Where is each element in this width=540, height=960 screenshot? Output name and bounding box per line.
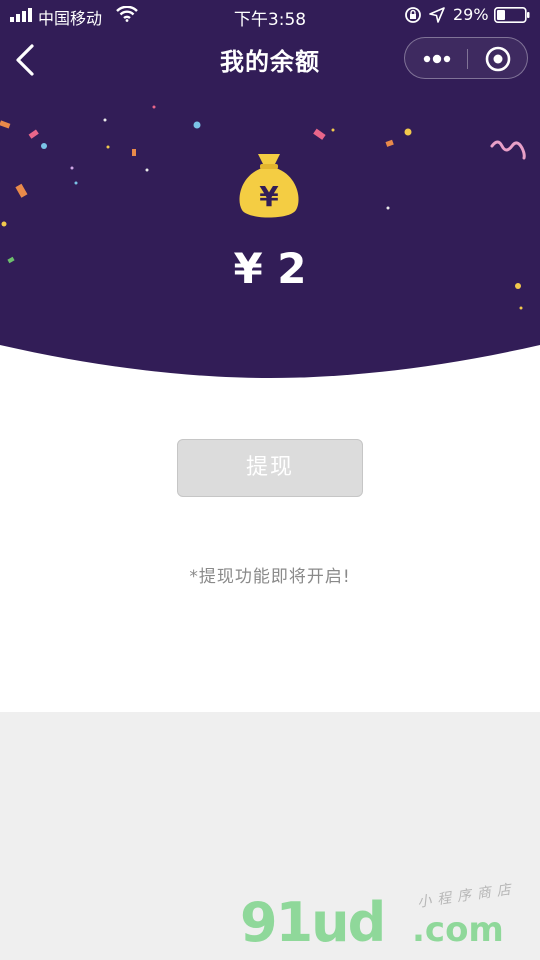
yen-symbol: ¥ <box>259 180 279 213</box>
money-bag-icon: ¥ <box>239 154 299 218</box>
battery-icon <box>494 7 530 23</box>
watermark-domain: .com <box>412 910 504 950</box>
balance-amount: ¥ 2 <box>233 244 307 293</box>
header-curve-overlay <box>0 330 540 378</box>
rotation-lock-icon <box>405 7 421 23</box>
location-arrow-icon <box>429 7 445 23</box>
capsule-divider <box>467 49 468 69</box>
withdraw-button[interactable]: 提现 <box>177 439 363 497</box>
status-bar: 中国移动 下午3:58 29% <box>0 0 540 30</box>
mini-program-capsule <box>404 37 528 79</box>
battery-percent: 29% <box>453 5 489 24</box>
watermark-main: 91ud <box>240 891 386 954</box>
watermark-logo: 91ud 小程序商店 .com <box>240 881 530 956</box>
withdraw-notice: *提现功能即将开启! <box>189 567 351 587</box>
watermark-subtitle: 小程序商店 <box>416 881 518 911</box>
more-dots-icon[interactable] <box>421 50 453 68</box>
target-circle-icon[interactable] <box>485 46 511 72</box>
